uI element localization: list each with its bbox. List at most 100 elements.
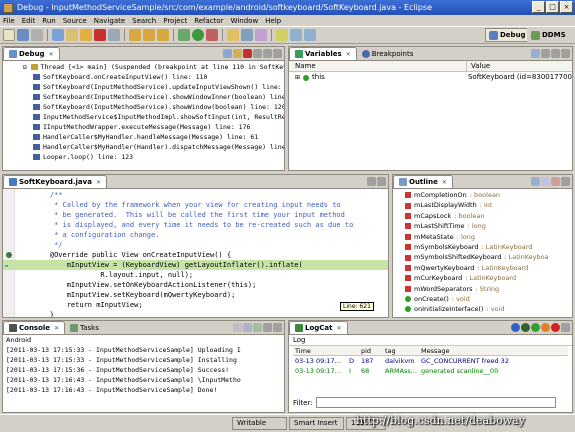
save-icon[interactable] [17,29,29,41]
expand-icon[interactable]: ⊞ [295,72,300,83]
column-name[interactable]: Name [289,61,467,71]
skip-breakpoints-icon[interactable] [52,29,64,41]
menu-navigate[interactable]: Navigate [94,17,125,25]
close-tab-icon[interactable]: ✕ [337,325,342,332]
verbose-filter-icon[interactable] [511,323,520,332]
menu-refactor[interactable]: Refactor [194,17,223,25]
close-button[interactable]: × [560,1,573,13]
stack-frame-row[interactable]: IInputMethodWrapper.executeMessage(Messa… [33,122,284,132]
step-return-icon[interactable] [157,29,169,41]
debug-filter-icon[interactable] [521,323,530,332]
menu-edit[interactable]: Edit [22,17,36,25]
outline-item[interactable]: mSymbolsKeyboard: LatinKeyboard [393,242,572,252]
column-value[interactable]: Value [467,61,490,71]
menu-file[interactable]: File [3,17,15,25]
outline-item[interactable]: mLastDisplayWidth: int [393,200,572,210]
view-menu-icon[interactable] [561,177,570,186]
search-icon[interactable] [241,29,253,41]
resume-icon[interactable] [66,29,78,41]
stack-frame-row[interactable]: SoftKeyboard.onCreateInputView() line: 1… [33,72,284,82]
column-time[interactable]: Time [293,346,349,355]
new-icon[interactable] [3,29,15,41]
minimize-view-icon[interactable] [263,323,272,332]
pencil-icon[interactable] [276,29,288,41]
menu-source[interactable]: Source [63,17,87,25]
minimize-view-icon[interactable] [551,49,560,58]
outline-item[interactable]: mLastShiftTime: long [393,221,572,231]
step-into-icon[interactable] [129,29,141,41]
minimize-view-icon[interactable] [263,49,272,58]
terminate-view-icon[interactable] [243,49,252,58]
menu-search[interactable]: Search [132,17,156,25]
disconnect-icon[interactable] [108,29,120,41]
outline-item[interactable]: onInitializeInterface(): void [393,304,572,314]
close-tab-icon[interactable]: ✕ [442,179,447,186]
column-tag[interactable]: tag [385,346,421,355]
annotation-icon[interactable] [255,29,267,41]
variable-row[interactable]: ⊞ this SoftKeyboard (id=830017700 [289,72,572,83]
maximize-view-icon[interactable] [273,323,282,332]
error-filter-icon[interactable] [551,323,560,332]
hide-static-icon[interactable] [551,177,560,186]
column-pid[interactable]: pid [361,346,385,355]
tab-outline[interactable]: Outline ✕ [393,175,453,188]
collapse-icon[interactable]: ⊟ [23,64,27,71]
outline-item[interactable]: mSymbolsShiftedKeyboard: LatinKeyboa [393,252,572,262]
column-message[interactable]: Message [421,346,450,355]
menu-project[interactable]: Project [163,17,187,25]
maximize-view-icon[interactable] [561,49,570,58]
tab-logcat[interactable]: LogCat ✕ [289,321,348,334]
minimize-button[interactable]: _ [532,1,545,13]
outline-item[interactable]: mCurKeyboard: LatinKeyboard [393,273,572,283]
maximize-view-icon[interactable] [273,49,282,58]
outline-item[interactable]: mCompletionOn: boolean [393,190,572,200]
log-row[interactable]: 03-13 09:17... D 187 dalvikvm GC_CONCURR… [293,356,568,366]
collapse-all-icon[interactable] [531,49,540,58]
view-menu-icon[interactable] [561,323,570,332]
external-tools-icon[interactable] [206,29,218,41]
display-console-icon[interactable] [253,323,262,332]
stack-frame-row[interactable]: HandlerCaller$MyHandler(Handler).dispatc… [33,142,284,152]
info-filter-icon[interactable] [531,323,540,332]
tab-softkeyboard-java[interactable]: SoftKeyboard.java ✕ [3,175,107,188]
view-menu-icon[interactable] [541,49,550,58]
menu-help[interactable]: Help [265,17,281,25]
view-menu-icon[interactable] [253,49,262,58]
logcat-subtab-log[interactable]: Log [289,335,572,346]
tab-variables[interactable]: Variables ✕ [289,47,357,60]
terminate-icon[interactable] [94,29,106,41]
pin-console-icon[interactable] [243,323,252,332]
tab-debug[interactable]: Debug ✕ [3,47,60,60]
code-area[interactable]: /** * Called by the framework when your … [3,189,388,317]
suspend-view-icon[interactable] [233,49,242,58]
menu-window[interactable]: Window [231,17,259,25]
stack-frame-row[interactable]: HandlerCaller$MyHandler.handleMessage(Me… [33,132,284,142]
close-tab-icon[interactable]: ✕ [49,51,54,58]
outline-item[interactable]: mQwertyKeyboard: LatinKeyboard [393,263,572,273]
suspend-icon[interactable] [80,29,92,41]
step-over-icon[interactable] [143,29,155,41]
warn-filter-icon[interactable] [541,323,550,332]
close-tab-icon[interactable]: ✕ [96,179,101,186]
outline-item[interactable]: onCreate(): void [393,294,572,304]
perspective-debug[interactable]: Debug [485,28,530,42]
maximize-button[interactable]: □ [546,1,559,13]
maximize-view-icon[interactable] [377,177,386,186]
debug-icon[interactable] [178,29,190,41]
close-tab-icon[interactable]: ✕ [346,51,351,58]
print-icon[interactable] [31,29,43,41]
thread-row[interactable]: ⊟ Thread [<1> main] (Suspended (breakpoi… [23,62,284,72]
clear-console-icon[interactable] [233,323,242,332]
column-level[interactable] [349,346,361,355]
menu-run[interactable]: Run [42,17,55,25]
stack-frame-row[interactable]: Looper.loop() line: 123 [33,152,284,162]
forward-icon[interactable] [304,29,316,41]
tab-tasks[interactable]: Tasks [65,321,104,334]
run-icon[interactable] [192,29,204,41]
open-type-icon[interactable] [227,29,239,41]
outline-item[interactable]: mWordSeparators: String [393,284,572,294]
perspective-ddms[interactable]: DDMS [527,28,570,42]
close-tab-icon[interactable]: ✕ [54,325,59,332]
resume-view-icon[interactable] [223,49,232,58]
tab-console[interactable]: Console ✕ [3,321,66,334]
